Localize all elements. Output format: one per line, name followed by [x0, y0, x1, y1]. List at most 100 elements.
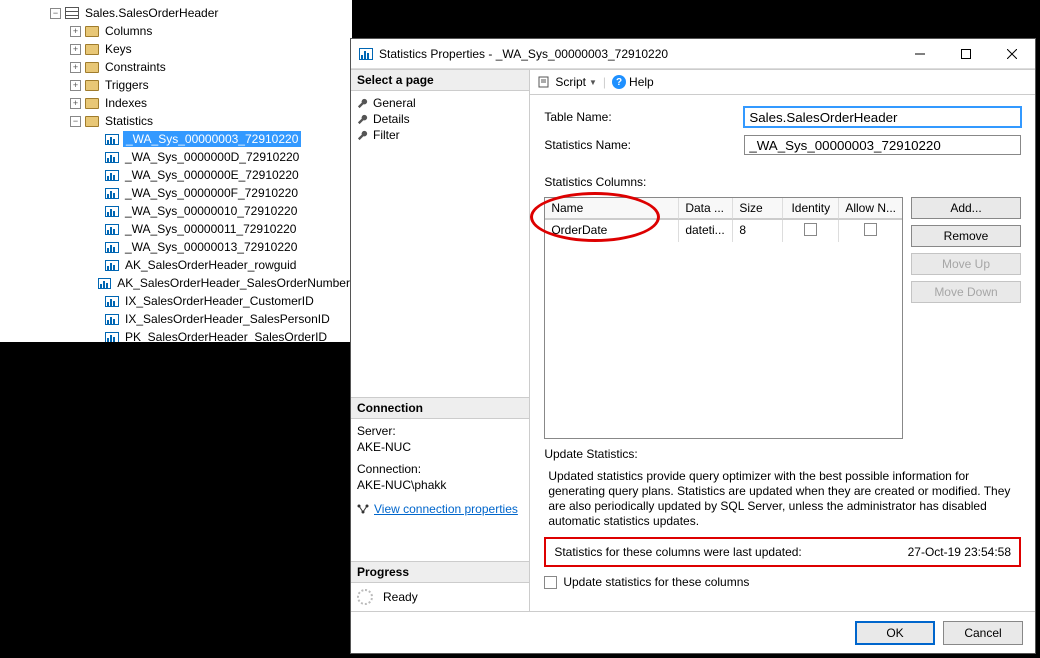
table-name-input[interactable]: [744, 107, 1021, 127]
stats-icon: [359, 48, 373, 60]
tree-label: _WA_Sys_0000000F_72910220: [123, 185, 300, 201]
statistics-name-input[interactable]: [744, 135, 1021, 155]
connection-label: Connection:: [357, 461, 523, 477]
statistic-icon: [105, 170, 119, 181]
tree-label: _WA_Sys_0000000E_72910220: [123, 167, 301, 183]
tree-node-statistic[interactable]: AK_SalesOrderHeader_rowguid: [0, 256, 352, 274]
connection-icon: [357, 504, 369, 514]
statistic-icon: [105, 242, 119, 253]
table-name-label: Table Name:: [544, 110, 744, 124]
help-button[interactable]: ? Help: [612, 75, 654, 89]
tree-node-statistic[interactable]: _WA_Sys_00000013_72910220: [0, 238, 352, 256]
maximize-button[interactable]: [943, 39, 989, 69]
help-icon: ?: [612, 75, 626, 89]
tree-node-statistic[interactable]: _WA_Sys_00000011_72910220: [0, 220, 352, 238]
dropdown-icon: ▼: [589, 78, 597, 87]
tree-node-statistic[interactable]: IX_SalesOrderHeader_SalesPersonID: [0, 310, 352, 328]
statistic-icon: [105, 134, 119, 145]
move-down-button: Move Down: [911, 281, 1021, 303]
col-header-size[interactable]: Size: [733, 198, 783, 219]
remove-button[interactable]: Remove: [911, 225, 1021, 247]
tree-label: IX_SalesOrderHeader_CustomerID: [123, 293, 316, 309]
tree-node-statistic[interactable]: IX_SalesOrderHeader_CustomerID: [0, 292, 352, 310]
statistic-icon: [105, 188, 119, 199]
col-header-allownulls[interactable]: Allow N...: [839, 198, 902, 219]
col-header-name[interactable]: Name: [545, 198, 679, 219]
tree-label: _WA_Sys_00000011_72910220: [123, 221, 298, 237]
collapse-icon[interactable]: −: [70, 116, 81, 127]
page-nav-item[interactable]: General: [357, 95, 523, 111]
page-nav-item[interactable]: Details: [357, 111, 523, 127]
allownulls-checkbox[interactable]: [864, 223, 877, 236]
tree-node-folder[interactable]: + Triggers: [0, 76, 352, 94]
tree-node-statistic[interactable]: AK_SalesOrderHeader_SalesOrderNumber: [0, 274, 352, 292]
statistics-columns-label: Statistics Columns:: [544, 175, 1021, 189]
tree-label: Triggers: [103, 77, 151, 93]
cancel-button[interactable]: Cancel: [943, 621, 1023, 645]
close-button[interactable]: [989, 39, 1035, 69]
server-value: AKE-NUC: [357, 439, 523, 455]
tree-node-statistic[interactable]: _WA_Sys_0000000F_72910220: [0, 184, 352, 202]
ok-button[interactable]: OK: [855, 621, 935, 645]
tree-label: AK_SalesOrderHeader_rowguid: [123, 257, 298, 273]
table-icon: [65, 7, 79, 19]
tree-label: PK_SalesOrderHeader_SalesOrderID: [123, 329, 329, 342]
tree-node-statistic[interactable]: _WA_Sys_0000000E_72910220: [0, 166, 352, 184]
connection-header: Connection: [351, 397, 529, 419]
expand-icon[interactable]: +: [70, 98, 81, 109]
identity-checkbox[interactable]: [804, 223, 817, 236]
folder-icon: [85, 26, 99, 37]
server-label: Server:: [357, 423, 523, 439]
statistic-icon: [105, 314, 119, 325]
expand-icon[interactable]: +: [70, 44, 81, 55]
tree-node-table[interactable]: − Sales.SalesOrderHeader: [0, 4, 352, 22]
tree-node-statistics[interactable]: − Statistics: [0, 112, 352, 130]
expand-icon[interactable]: +: [70, 80, 81, 91]
table-row[interactable]: OrderDate dateti... 8: [545, 220, 902, 242]
script-button[interactable]: Script ▼: [538, 75, 597, 89]
page-nav-label: Details: [373, 112, 410, 126]
add-button[interactable]: Add...: [911, 197, 1021, 219]
expand-icon[interactable]: +: [70, 62, 81, 73]
minimize-button[interactable]: [897, 39, 943, 69]
tree-node-statistic[interactable]: PK_SalesOrderHeader_SalesOrderID: [0, 328, 352, 342]
collapse-icon[interactable]: −: [50, 8, 61, 19]
tree-node-statistic[interactable]: _WA_Sys_00000010_72910220: [0, 202, 352, 220]
tree-label: _WA_Sys_0000000D_72910220: [123, 149, 301, 165]
expand-icon[interactable]: +: [70, 26, 81, 37]
move-up-button: Move Up: [911, 253, 1021, 275]
tree-node-statistic[interactable]: _WA_Sys_00000003_72910220: [0, 130, 352, 148]
update-stats-checkbox-label: Update statistics for these columns: [563, 575, 749, 589]
tree-node-folder[interactable]: + Indexes: [0, 94, 352, 112]
update-stats-checkbox[interactable]: [544, 576, 557, 589]
tree-label: Indexes: [103, 95, 149, 111]
col-header-identity[interactable]: Identity: [783, 198, 839, 219]
view-connection-properties-link[interactable]: View connection properties: [374, 501, 518, 517]
tree-node-folder[interactable]: +Constraints: [0, 58, 352, 76]
folder-icon: [85, 80, 99, 91]
col-header-datatype[interactable]: Data ...: [679, 198, 733, 219]
statistics-name-label: Statistics Name:: [544, 138, 744, 152]
tree-label: Statistics: [103, 113, 155, 129]
progress-status: Ready: [383, 590, 418, 604]
folder-icon: [85, 98, 99, 109]
tree-node-statistic[interactable]: _WA_Sys_0000000D_72910220: [0, 148, 352, 166]
tree-node-folder[interactable]: + Columns: [0, 22, 352, 40]
folder-icon: [85, 62, 99, 73]
statistics-columns-grid[interactable]: Name Data ... Size Identity Allow N... O…: [544, 197, 903, 439]
cell-size: 8: [733, 220, 783, 242]
titlebar: Statistics Properties - _WA_Sys_00000003…: [351, 39, 1035, 69]
dialog-title: Statistics Properties - _WA_Sys_00000003…: [379, 47, 897, 61]
tree-label: Columns: [103, 23, 154, 39]
progress-spinner-icon: [357, 589, 373, 605]
wrench-icon: [357, 130, 368, 141]
object-explorer-tree: − Sales.SalesOrderHeader + Columns+Keys+C…: [0, 0, 352, 342]
statistic-icon: [105, 152, 119, 163]
statistics-properties-dialog: Statistics Properties - _WA_Sys_00000003…: [350, 38, 1036, 654]
wrench-icon: [357, 98, 368, 109]
last-updated-box: Statistics for these columns were last u…: [544, 537, 1021, 567]
last-updated-label: Statistics for these columns were last u…: [554, 545, 801, 559]
tree-label: Sales.SalesOrderHeader: [83, 5, 220, 21]
page-nav-item[interactable]: Filter: [357, 127, 523, 143]
tree-node-folder[interactable]: +Keys: [0, 40, 352, 58]
